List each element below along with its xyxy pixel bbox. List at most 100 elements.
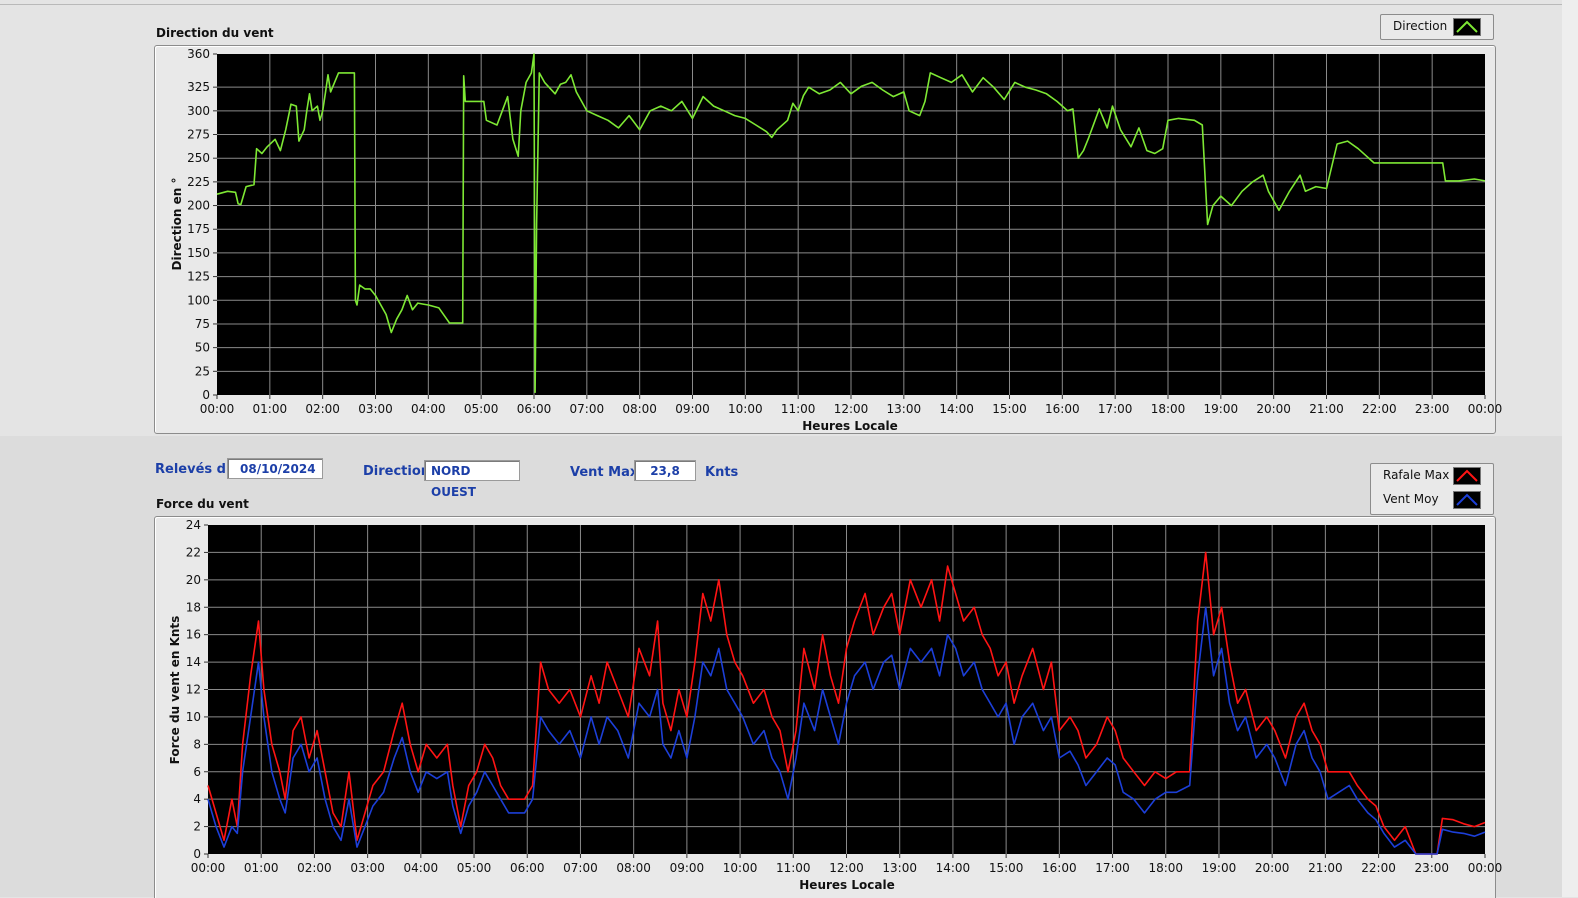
direction-legend[interactable]: Direction xyxy=(1380,14,1494,40)
y-tick-label: 2 xyxy=(193,820,201,834)
x-tick-label: 20:00 xyxy=(1255,861,1290,875)
y-tick-label: 0 xyxy=(193,847,201,861)
y-tick-label: 125 xyxy=(187,270,210,284)
x-tick-label: 15:00 xyxy=(989,861,1024,875)
y-tick-label: 6 xyxy=(193,765,201,779)
y-tick-label: 175 xyxy=(187,222,210,236)
x-tick-label: 19:00 xyxy=(1204,402,1239,416)
x-tick-label: 02:00 xyxy=(305,402,340,416)
x-tick-label: 07:00 xyxy=(563,861,598,875)
legend-item-direction[interactable]: Direction xyxy=(1381,15,1493,39)
vent-max-field[interactable]: 23,8 xyxy=(634,460,696,481)
vent-max-label: Vent Max xyxy=(570,465,639,480)
x-tick-label: 18:00 xyxy=(1148,861,1183,875)
x-tick-label: 01:00 xyxy=(253,402,288,416)
force-chart-panel: 0 2 4 6 8 10 12 14 16 18 20 22 24 00:00 01:00 02:00 03:… xyxy=(154,516,1502,898)
x-tick-label: 08:00 xyxy=(616,861,651,875)
x-tick-label: 23:00 xyxy=(1414,861,1449,875)
y-tick-label: 225 xyxy=(187,175,210,189)
y-tick-label: 14 xyxy=(186,655,201,669)
x-tick-label: 17:00 xyxy=(1095,861,1130,875)
force-x-axis-title: Heures Locale xyxy=(799,878,894,892)
y-tick-label: 20 xyxy=(186,573,201,587)
y-tick-label: 100 xyxy=(187,293,210,307)
window-top-border xyxy=(0,4,1578,5)
x-tick-label: 11:00 xyxy=(776,861,811,875)
x-tick-label: 19:00 xyxy=(1202,861,1237,875)
y-tick-label: 12 xyxy=(186,683,201,697)
x-tick-label: 07:00 xyxy=(570,402,605,416)
force-x-ticks: 00:00 01:00 02:00 03:00 04:00 05:00 06:00 07:00… xyxy=(191,854,1503,875)
legend-item-vent-moy[interactable]: Vent Moy xyxy=(1371,488,1493,512)
direction-chart-panel: 0 25 50 75 100 125 150 175 200 225 250 275 300 325 360… xyxy=(154,45,1502,434)
y-tick-label: 200 xyxy=(187,199,210,213)
releves-label: Relevés du xyxy=(155,462,236,477)
y-tick-label: 16 xyxy=(186,628,201,642)
force-y-ticks: 024681012141618202224 xyxy=(186,518,208,861)
x-tick-label: 06:00 xyxy=(517,402,552,416)
x-tick-label: 12:00 xyxy=(834,402,869,416)
y-tick-label: 25 xyxy=(195,364,210,378)
x-tick-label: 20:00 xyxy=(1256,402,1291,416)
x-tick-label: 12:00 xyxy=(829,861,864,875)
x-tick-label: 11:00 xyxy=(781,402,816,416)
date-field[interactable]: 08/10/2024 xyxy=(227,458,323,479)
legend-label-direction: Direction xyxy=(1393,19,1448,33)
y-tick-label: 300 xyxy=(187,104,210,118)
vent-max-unit: Knts xyxy=(705,465,739,480)
y-tick-label: 8 xyxy=(193,737,201,751)
direction-x-axis-title: Heures Locale xyxy=(802,419,897,433)
x-tick-label: 05:00 xyxy=(457,861,492,875)
x-tick-label: 10:00 xyxy=(723,861,758,875)
x-tick-label: 00:00 xyxy=(191,861,226,875)
force-chart-title: Force du vent xyxy=(156,497,249,511)
y-tick-label: 50 xyxy=(195,341,210,355)
force-chart[interactable]: 024681012141618202224 00:00 01:00 02:00 03:… xyxy=(155,517,1502,898)
y-tick-label: 275 xyxy=(187,128,210,142)
x-tick-label: 13:00 xyxy=(887,402,922,416)
direction-chart[interactable]: 0 25 50 75 100 125 150 175 200 225 250 275 300 325 360… xyxy=(155,46,1502,433)
x-tick-label: 14:00 xyxy=(936,861,971,875)
x-tick-label: 15:00 xyxy=(992,402,1027,416)
force-legend[interactable]: Rafale Max Vent Moy xyxy=(1370,463,1494,515)
x-tick-label: 18:00 xyxy=(1151,402,1186,416)
x-tick-label: 08:00 xyxy=(622,402,657,416)
x-tick-label: 00:00 xyxy=(1468,861,1503,875)
x-tick-label: 13:00 xyxy=(882,861,917,875)
legend-item-rafale-max[interactable]: Rafale Max xyxy=(1371,464,1493,488)
direction-y-axis-title: Direction en ° xyxy=(170,178,184,271)
x-tick-label: 02:00 xyxy=(297,861,332,875)
line-swatch-icon xyxy=(1453,467,1481,485)
y-tick-label: 10 xyxy=(186,710,201,724)
right-margin-strip xyxy=(1562,0,1578,897)
x-tick-label: 16:00 xyxy=(1042,861,1077,875)
x-tick-label: 09:00 xyxy=(670,861,705,875)
y-tick-label: 24 xyxy=(186,518,201,532)
x-tick-label: 14:00 xyxy=(939,402,974,416)
x-tick-label: 03:00 xyxy=(350,861,385,875)
x-tick-label: 00:00 xyxy=(1468,402,1503,416)
y-tick-label: 325 xyxy=(187,80,210,94)
direction-field[interactable]: NORD OUEST xyxy=(424,460,520,499)
line-swatch-icon xyxy=(1453,18,1481,36)
direction-y-ticks: 0 25 50 75 100 125 150 175 200 225 250 275 300 325 360 xyxy=(187,47,217,402)
x-tick-label: 17:00 xyxy=(1098,402,1133,416)
x-tick-label: 21:00 xyxy=(1309,402,1344,416)
y-tick-label: 75 xyxy=(195,317,210,331)
y-tick-label: 22 xyxy=(186,545,201,559)
direction-label: Direction xyxy=(363,464,431,479)
x-tick-label: 04:00 xyxy=(404,861,439,875)
x-tick-label: 05:00 xyxy=(464,402,499,416)
y-tick-label: 150 xyxy=(187,246,210,260)
legend-label-rafale-max: Rafale Max xyxy=(1383,468,1450,482)
x-tick-label: 03:00 xyxy=(358,402,393,416)
x-tick-label: 04:00 xyxy=(411,402,446,416)
x-tick-label: 06:00 xyxy=(510,861,545,875)
x-tick-label: 22:00 xyxy=(1362,402,1397,416)
direction-x-ticks: 00:00 01:00 02:00 03:00 04:00 05:00 06:00 07:00… xyxy=(200,395,1503,416)
y-tick-label: 0 xyxy=(202,388,210,402)
x-tick-label: 21:00 xyxy=(1308,861,1343,875)
y-tick-label: 18 xyxy=(186,600,201,614)
x-tick-label: 22:00 xyxy=(1361,861,1396,875)
y-tick-label: 250 xyxy=(187,151,210,165)
